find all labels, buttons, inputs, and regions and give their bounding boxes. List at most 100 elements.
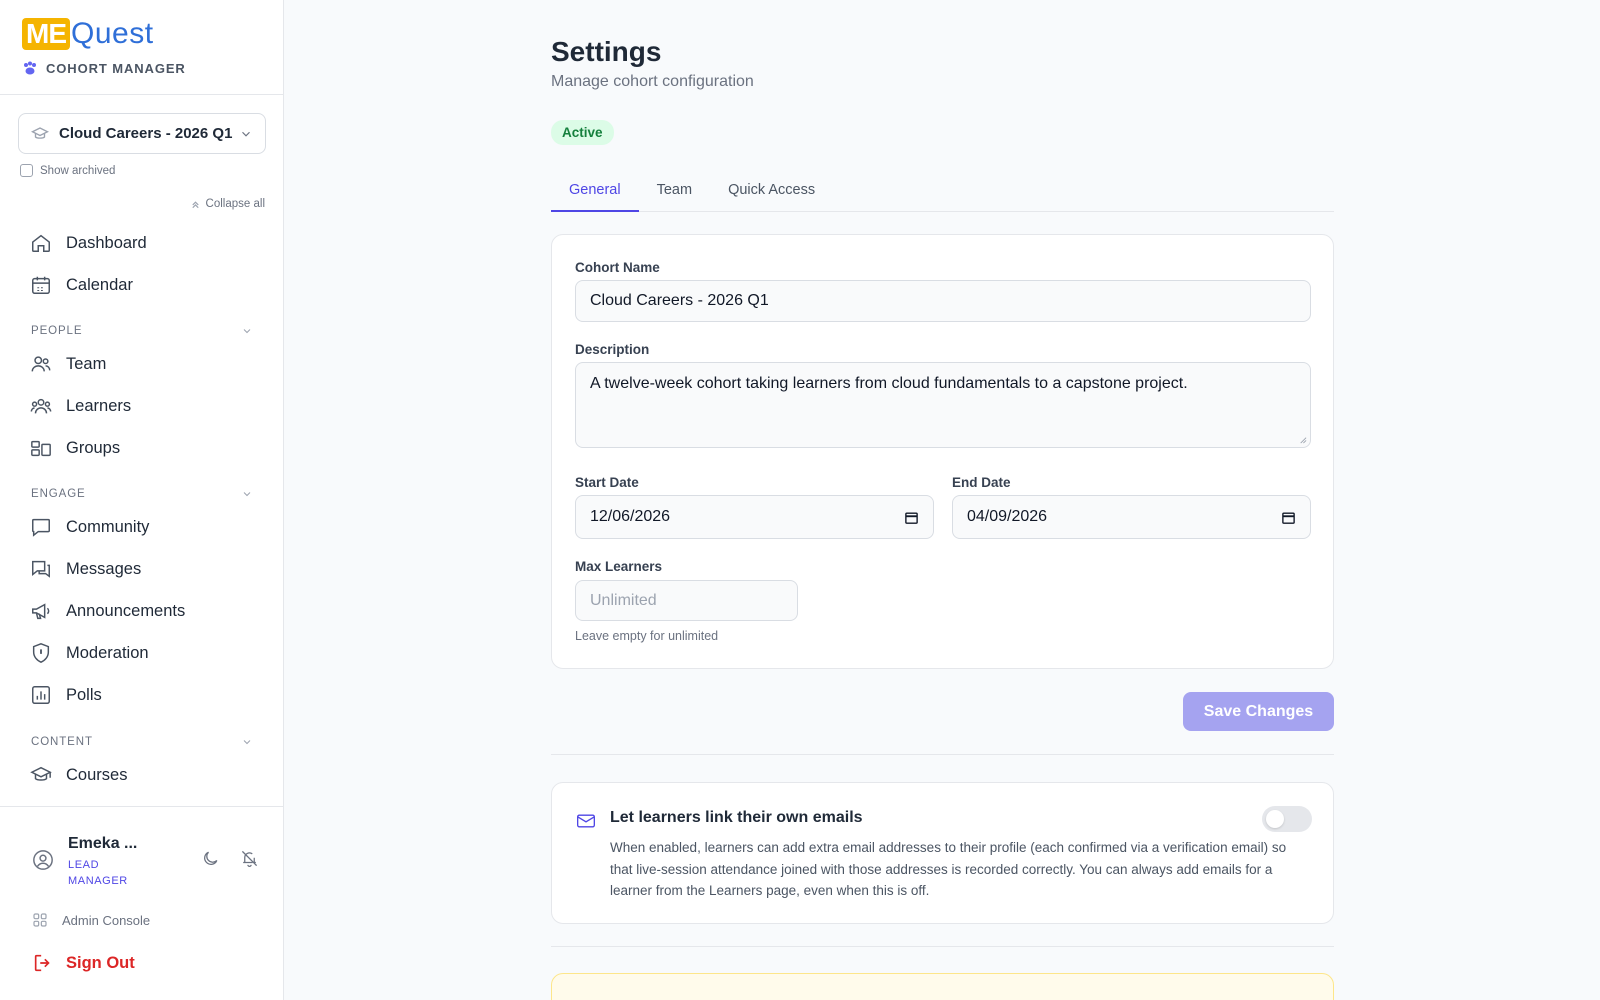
sidebar-item-announcements[interactable]: Announcements <box>30 597 185 625</box>
chevron-down-icon <box>243 492 251 497</box>
max-learners-label: Max Learners <box>575 559 663 574</box>
tab-general[interactable]: General <box>551 174 639 212</box>
sidebar: ME Quest COHORT MANAGER Cloud Careers - … <box>0 0 284 1000</box>
users-icon <box>31 356 51 372</box>
email-linking-toggle[interactable] <box>1262 806 1312 832</box>
sidebar-item-learners[interactable]: Learners <box>30 392 131 420</box>
sidebar-item-team[interactable]: Team <box>30 350 106 378</box>
tab-team[interactable]: Team <box>639 174 710 212</box>
admin-console-link[interactable]: Admin Console <box>32 912 150 928</box>
chevron-down-icon <box>242 131 250 137</box>
sidebar-item-dashboard[interactable]: Dashboard <box>30 229 147 257</box>
tab-quick-access[interactable]: Quick Access <box>710 174 833 212</box>
grid-icon <box>33 913 47 927</box>
nav-section-label: ENGAGE <box>31 488 86 500</box>
cohort-selector[interactable]: Cloud Careers - 2026 Q1 <box>18 113 266 154</box>
user-name: Emeka ... <box>68 835 138 852</box>
sidebar-item-label: Courses <box>66 765 128 784</box>
brand-subtitle-text: COHORT MANAGER <box>46 60 186 76</box>
sidebar-item-courses[interactable]: Courses <box>30 761 127 789</box>
max-learners-input[interactable]: Unlimited <box>575 580 798 621</box>
email-setting-title: Let learners link their own emails <box>610 809 863 826</box>
cohort-name-label: Cohort Name <box>575 260 660 275</box>
nav-section-label: CONTENT <box>31 736 93 748</box>
section-divider <box>551 754 1334 755</box>
megaphone-icon <box>32 603 50 620</box>
mail-icon <box>577 814 595 828</box>
warning-card <box>551 973 1334 1000</box>
sidebar-item-calendar[interactable]: Calendar <box>30 271 133 299</box>
shield-icon <box>32 643 50 663</box>
sidebar-item-messages[interactable]: Messages <box>30 555 141 583</box>
user-avatar-icon <box>33 850 53 870</box>
start-date-label: Start Date <box>575 475 639 490</box>
collapse-all-button[interactable]: Collapse all <box>190 198 265 210</box>
user-role: LEAD MANAGER <box>68 859 128 887</box>
user-text: Emeka ... LEAD MANAGER <box>68 835 138 889</box>
logo-me: ME <box>22 18 70 50</box>
general-settings-card: Cohort Name Cloud Careers - 2026 Q1 Desc… <box>551 234 1334 669</box>
sidebar-item-moderation[interactable]: Moderation <box>30 639 149 667</box>
graduation-cap-icon <box>30 766 52 781</box>
sidebar-item-community[interactable]: Community <box>30 513 149 541</box>
cohort-selector-value: Cloud Careers - 2026 Q1 <box>59 125 233 142</box>
paw-icon <box>24 61 36 75</box>
graduation-cap-icon <box>31 126 49 139</box>
chat-bubble-icon <box>32 518 50 537</box>
moon-icon[interactable] <box>201 849 220 868</box>
groups-icon <box>31 440 51 457</box>
section-divider <box>551 946 1334 947</box>
save-changes-button[interactable]: Save Changes <box>1183 692 1334 731</box>
cohort-name-value: Cloud Careers - 2026 Q1 <box>590 292 769 309</box>
show-archived[interactable]: Show archived <box>20 164 115 177</box>
sidebar-item-groups[interactable]: Groups <box>30 434 120 462</box>
sidebar-item-label: Dashboard <box>66 233 147 252</box>
home-icon <box>32 234 50 252</box>
bell-off-icon[interactable] <box>240 849 259 868</box>
brand: ME Quest COHORT MANAGER <box>0 0 283 95</box>
end-date-label: End Date <box>952 475 1011 490</box>
status-badge: Active <box>551 120 614 145</box>
sidebar-item-label: Community <box>66 517 150 536</box>
admin-console-label: Admin Console <box>62 912 151 928</box>
chevrons-up-icon <box>191 200 199 208</box>
nav-section-label: PEOPLE <box>31 325 83 337</box>
logo[interactable]: ME Quest <box>22 18 261 50</box>
cohort-name-input[interactable]: Cloud Careers - 2026 Q1 <box>575 280 1311 322</box>
description-textarea[interactable]: A twelve-week cohort taking learners fro… <box>575 362 1311 448</box>
nav-section-content[interactable]: CONTENT <box>31 736 253 748</box>
calendar-picker-icon[interactable] <box>904 510 919 525</box>
calendar-picker-icon[interactable] <box>1281 510 1296 525</box>
sign-out-button[interactable]: Sign Out <box>32 952 135 974</box>
settings-tabs: General Team Quick Access <box>551 174 1334 212</box>
chevron-down-icon <box>243 740 251 745</box>
nav-section-people[interactable]: PEOPLE <box>31 325 253 337</box>
sidebar-footer: Emeka ... LEAD MANAGER Admin Console Sig… <box>0 806 283 1000</box>
resize-grip-icon[interactable] <box>1298 435 1307 444</box>
nav-section-engage[interactable]: ENGAGE <box>31 488 253 500</box>
start-date-input[interactable]: 12/06/2026 <box>575 495 934 539</box>
sidebar-item-label: Learners <box>66 396 132 415</box>
max-learners-hint: Leave empty for unlimited <box>575 629 719 643</box>
sidebar-item-label: Calendar <box>66 275 133 294</box>
end-date-input[interactable]: 04/09/2026 <box>952 495 1311 539</box>
email-linking-card: Let learners link their own emails When … <box>551 782 1334 924</box>
page-title: Settings <box>551 36 662 67</box>
sidebar-item-label: Moderation <box>66 643 149 662</box>
email-setting-description: When enabled, learners can add extra ema… <box>610 840 1287 898</box>
show-archived-label: Show archived <box>40 164 116 177</box>
logout-icon <box>34 954 50 972</box>
page-subtitle: Manage cohort configuration <box>551 73 754 90</box>
user-profile[interactable]: Emeka ... LEAD MANAGER <box>32 835 138 889</box>
sidebar-item-label: Team <box>66 354 107 373</box>
sidebar-item-polls[interactable]: Polls <box>30 681 102 709</box>
sidebar-item-label: Groups <box>66 438 121 457</box>
sign-out-label: Sign Out <box>66 953 135 972</box>
show-archived-checkbox[interactable] <box>20 164 33 177</box>
description-value: A twelve-week cohort taking learners fro… <box>590 375 1188 392</box>
description-label: Description <box>575 342 650 357</box>
bar-chart-icon <box>32 686 50 704</box>
sidebar-item-label: Polls <box>66 685 102 704</box>
sidebar-item-label: Announcements <box>66 601 186 620</box>
end-date-value: 04/09/2026 <box>967 508 1048 525</box>
